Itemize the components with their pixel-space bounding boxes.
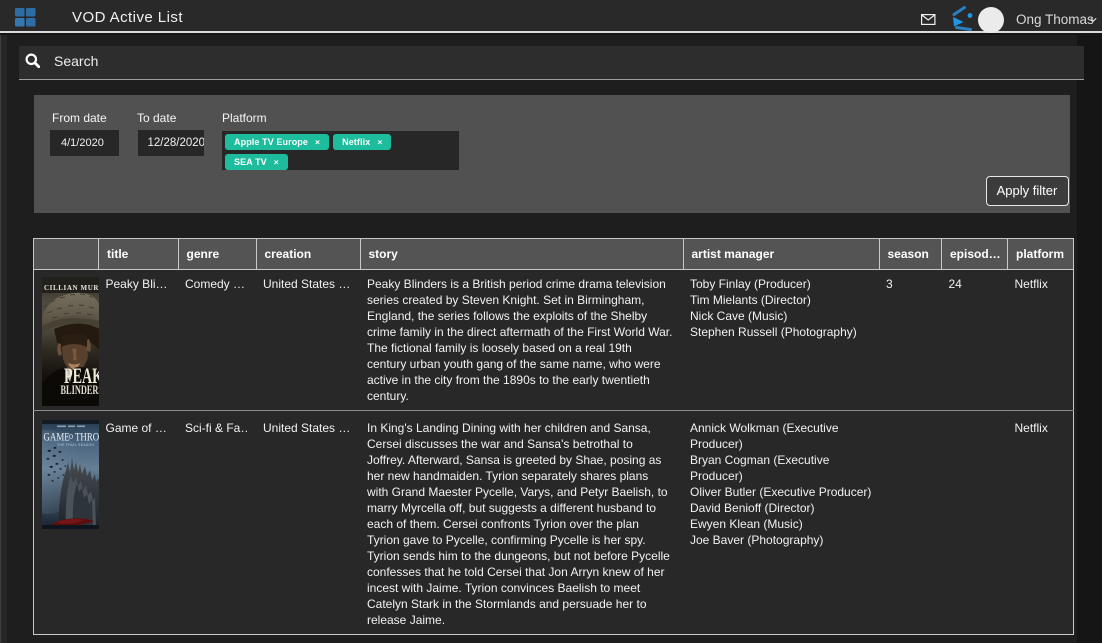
svg-text:BLINDERS: BLINDERS bbox=[61, 383, 99, 397]
svg-text:THE FINAL SEASON: THE FINAL SEASON bbox=[57, 443, 94, 447]
svg-text:CILLIAN MUR: CILLIAN MUR bbox=[44, 284, 99, 292]
